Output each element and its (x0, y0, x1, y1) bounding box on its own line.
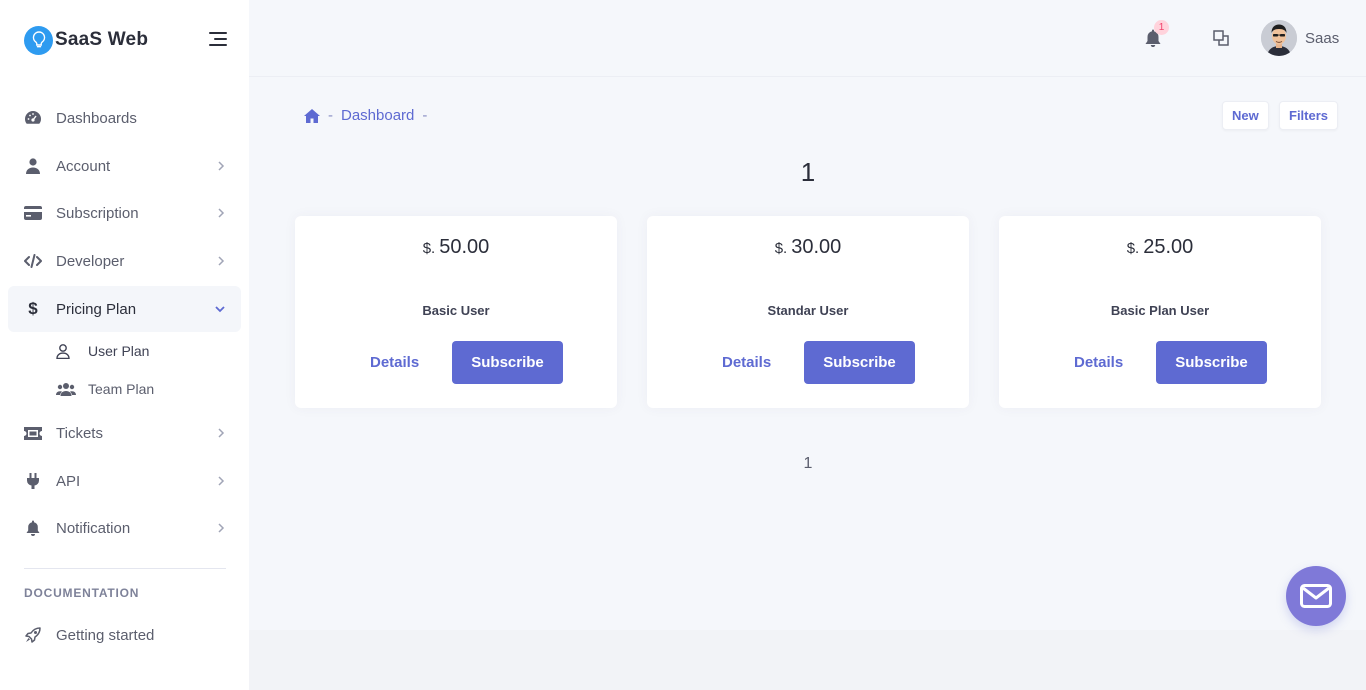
credit-card-icon (24, 204, 42, 222)
pagination-page[interactable]: 1 (795, 455, 821, 473)
sidebar-item-label: Dashboards (56, 109, 137, 127)
plan-card: $. 30.00 Standar User Details Subscribe (647, 216, 969, 408)
ticket-icon (24, 424, 42, 442)
sidebar-item-label: Pricing Plan (56, 300, 137, 318)
filters-button[interactable]: Filters (1279, 101, 1339, 130)
code-icon (24, 252, 42, 270)
sidebar-item-label: Account (56, 157, 111, 175)
plan-name: Basic User (422, 303, 490, 318)
sidebar-item-developer[interactable]: Developer (8, 238, 241, 284)
chevron-right-icon (218, 208, 225, 218)
breadcrumb: - Dashboard - (304, 107, 435, 124)
dollar-icon: $ (28, 299, 38, 318)
chevron-right-icon (218, 161, 225, 171)
plan-currency: $. (1126, 240, 1140, 257)
top-bar: 1 Saas (249, 0, 1366, 77)
users-icon (56, 383, 76, 396)
rocket-icon (24, 626, 42, 644)
message-button[interactable] (1286, 566, 1346, 626)
sidebar-subitem-label: Team Plan (88, 381, 155, 397)
sidebar-item-notification[interactable]: Notification (8, 505, 241, 551)
plan-price: $. 30.00 (647, 236, 969, 259)
plan-price: $. 50.00 (295, 236, 617, 259)
user-outline-icon (56, 343, 70, 359)
sidebar-subitem-label: User Plan (88, 343, 150, 359)
subscribe-button[interactable]: Subscribe (804, 341, 915, 384)
plan-name: Standar User (767, 303, 849, 318)
plan-name: Basic Plan User (1110, 303, 1210, 318)
chevron-right-icon (218, 428, 225, 438)
sidebar-item-dashboards[interactable]: Dashboards (8, 95, 241, 141)
details-link[interactable]: Details (1074, 354, 1123, 371)
breadcrumb-item-dashboard[interactable]: Dashboard (341, 107, 414, 124)
sidebar: SaaS Web Dashboards Account Subscription (0, 0, 249, 690)
sidebar-subitem-team-plan[interactable]: Team Plan (56, 377, 154, 401)
subscribe-button[interactable]: Subscribe (1156, 341, 1267, 384)
bell-icon (24, 519, 42, 537)
chevron-right-icon (218, 476, 225, 486)
user-icon (24, 157, 42, 175)
sidebar-item-subscription[interactable]: Subscription (8, 190, 241, 236)
section-title: DOCUMENTATION (24, 586, 140, 600)
brand[interactable]: SaaS Web (24, 25, 148, 55)
plan-amount: 50.00 (439, 236, 490, 258)
plan-price: $. 25.00 (999, 236, 1321, 259)
page-title: 1 (800, 157, 816, 187)
plan-card: $. 25.00 Basic Plan User Details Subscrib… (999, 216, 1321, 408)
details-link[interactable]: Details (722, 354, 771, 371)
sidebar-subitem-user-plan[interactable]: User Plan (56, 339, 149, 363)
notification-badge: 1 (1154, 20, 1169, 35)
new-button[interactable]: New (1222, 101, 1269, 130)
subscribe-button[interactable]: Subscribe (452, 341, 563, 384)
sidebar-item-api[interactable]: API (8, 458, 241, 504)
plan-currency: $. (422, 240, 436, 257)
plan-amount: 25.00 (1143, 236, 1194, 258)
plan-card: $. 50.00 Basic User Details Subscribe (295, 216, 617, 408)
sidebar-item-pricing-plan[interactable]: $ Pricing Plan (8, 286, 241, 332)
sidebar-divider (24, 568, 226, 569)
menu-toggle-icon[interactable] (205, 31, 227, 47)
chevron-right-icon (218, 523, 225, 533)
brand-name: SaaS Web (55, 29, 149, 50)
plug-icon (24, 472, 42, 490)
chevron-down-icon (215, 306, 225, 313)
sidebar-item-getting-started[interactable]: Getting started (8, 612, 241, 658)
sidebar-item-label: API (56, 472, 81, 490)
plan-currency: $. (774, 240, 788, 257)
plan-amount: 30.00 (791, 236, 842, 258)
sidebar-item-label: Tickets (56, 424, 103, 442)
sidebar-item-label: Notification (56, 519, 131, 537)
avatar[interactable] (1261, 20, 1297, 56)
details-link[interactable]: Details (370, 354, 419, 371)
sidebar-item-label: Getting started (56, 626, 155, 644)
windows-icon[interactable] (1213, 30, 1229, 46)
envelope-icon (1300, 584, 1332, 608)
lightbulb-icon (24, 25, 53, 55)
username[interactable]: Saas (1305, 30, 1339, 47)
chevron-right-icon (218, 256, 225, 266)
dashboard-icon (24, 109, 42, 127)
home-icon[interactable] (304, 108, 320, 123)
sidebar-item-tickets[interactable]: Tickets (8, 410, 241, 456)
footer (249, 630, 1366, 690)
sidebar-item-label: Subscription (56, 204, 139, 222)
sidebar-item-account[interactable]: Account (8, 143, 241, 189)
sidebar-item-label: Developer (56, 252, 125, 270)
